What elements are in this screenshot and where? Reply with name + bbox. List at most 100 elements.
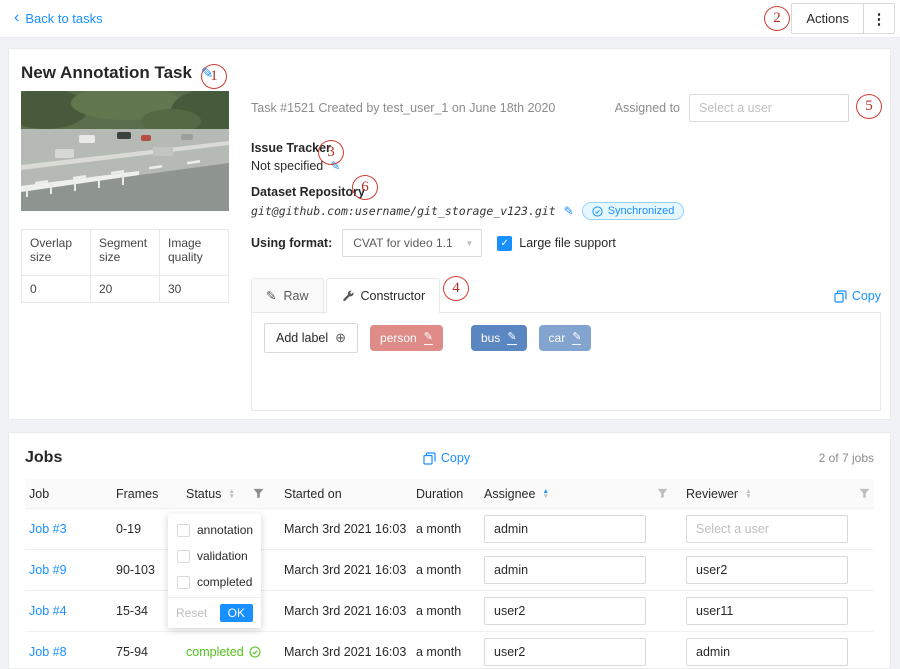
filter-ok-button[interactable]: OK bbox=[220, 604, 253, 622]
assignee-input[interactable] bbox=[484, 556, 646, 584]
checkbox-unchecked[interactable] bbox=[177, 550, 190, 563]
copy-labels-link[interactable]: Copy bbox=[834, 289, 881, 312]
add-label-text: Add label bbox=[276, 331, 328, 345]
filter-option-label: annotation bbox=[197, 523, 253, 537]
filter-option-label: validation bbox=[197, 549, 248, 563]
status-cell: completed bbox=[182, 645, 280, 659]
checkbox-unchecked[interactable] bbox=[177, 524, 190, 537]
more-options-button[interactable]: ⋮ bbox=[864, 4, 894, 33]
large-file-support-row: ✓ Large file support bbox=[497, 236, 616, 251]
tab-raw[interactable]: ✎ Raw bbox=[251, 278, 324, 312]
format-select[interactable]: CVAT for video 1.1 ▼ bbox=[342, 229, 482, 257]
label-chip-car[interactable]: car ✎ bbox=[539, 325, 592, 351]
status-completed: completed bbox=[186, 645, 280, 659]
actions-button-group: Actions ⋮ bbox=[791, 3, 895, 34]
column-header-status: Status ▲▼ bbox=[182, 479, 280, 508]
copy-icon bbox=[834, 290, 847, 303]
edit-icon[interactable]: ✎ bbox=[424, 331, 433, 344]
dataset-repository-row: git@github.com:username/git_storage_v123… bbox=[251, 202, 684, 220]
back-to-tasks-link[interactable]: ‹ Back to tasks bbox=[14, 11, 103, 26]
dataset-repository-url: git@github.com:username/git_storage_v123… bbox=[251, 204, 556, 218]
jobs-card: Jobs Copy 2 of 7 jobs Job Frames Status … bbox=[8, 432, 891, 669]
reviewer-input[interactable] bbox=[686, 597, 848, 625]
assigned-to-label: Assigned to bbox=[615, 101, 680, 115]
annotation-circle-4: 4 bbox=[443, 276, 469, 301]
large-file-support-label: Large file support bbox=[519, 236, 616, 250]
param-header-segment: Segment size bbox=[91, 230, 160, 276]
annotation-circle-2: 2 bbox=[764, 6, 790, 31]
job-link[interactable]: Job #9 bbox=[29, 563, 67, 577]
reviewer-input[interactable] bbox=[686, 638, 848, 666]
filter-dropdown-footer: Reset OK bbox=[168, 597, 261, 628]
large-file-support-checkbox[interactable]: ✓ bbox=[497, 236, 512, 251]
job-link[interactable]: Job #8 bbox=[29, 645, 67, 659]
plus-circle-icon: ⊕ bbox=[335, 330, 346, 346]
label-chip-person[interactable]: person ✎ bbox=[370, 325, 443, 351]
tab-constructor[interactable]: Constructor bbox=[326, 278, 441, 312]
duration-cell: a month bbox=[412, 563, 480, 577]
format-select-value: CVAT for video 1.1 bbox=[353, 236, 452, 250]
table-row: Job #4 15-34 March 3rd 2021 16:03 a mont… bbox=[25, 591, 874, 632]
task-parameters-table: Overlap size Segment size Image quality … bbox=[21, 229, 229, 303]
back-chevron-icon: ‹ bbox=[14, 10, 19, 26]
kebab-icon: ⋮ bbox=[872, 11, 887, 28]
started-on-cell: March 3rd 2021 16:03 bbox=[280, 604, 412, 618]
assignee-input[interactable] bbox=[484, 515, 646, 543]
job-link[interactable]: Job #3 bbox=[29, 522, 67, 536]
table-row: Job #3 0-19 March 3rd 2021 16:03 a month bbox=[25, 509, 874, 550]
duration-cell: a month bbox=[412, 522, 480, 536]
reviewer-input[interactable] bbox=[686, 556, 848, 584]
edit-repository-icon[interactable]: ✎ bbox=[564, 204, 574, 218]
duration-cell: a month bbox=[412, 604, 480, 618]
checkbox-unchecked[interactable] bbox=[177, 576, 190, 589]
filter-option-annotation[interactable]: annotation bbox=[168, 517, 261, 543]
started-on-cell: March 3rd 2021 16:03 bbox=[280, 645, 412, 659]
annotation-circle-3: 3 bbox=[318, 140, 344, 165]
assigned-to-input[interactable] bbox=[689, 94, 849, 122]
filter-reset-button[interactable]: Reset bbox=[176, 606, 207, 620]
add-label-button[interactable]: Add label ⊕ bbox=[264, 323, 358, 353]
filter-option-validation[interactable]: validation bbox=[168, 543, 261, 569]
labels-tab-bar: ✎ Raw Constructor Copy bbox=[251, 279, 881, 313]
started-on-cell: March 3rd 2021 16:03 bbox=[280, 522, 412, 536]
table-row: Job #8 75-94 completed March 3rd 2021 16… bbox=[25, 632, 874, 669]
table-row: Job #9 90-103 March 3rd 2021 16:03 a mon… bbox=[25, 550, 874, 591]
copy-jobs-label: Copy bbox=[441, 451, 470, 465]
task-left-column: Overlap size Segment size Image quality … bbox=[21, 91, 229, 303]
column-header-assignee: Assignee ▲▼ bbox=[480, 479, 682, 508]
dataset-repository-label: Dataset Repository bbox=[251, 185, 365, 199]
assignee-input[interactable] bbox=[484, 638, 646, 666]
filter-icon[interactable] bbox=[253, 488, 264, 499]
copy-jobs-link[interactable]: Copy bbox=[423, 451, 470, 465]
sort-icons[interactable]: ▲▼ bbox=[542, 489, 548, 499]
param-value-quality: 30 bbox=[160, 276, 229, 303]
reviewer-input[interactable] bbox=[686, 515, 848, 543]
task-preview-image bbox=[21, 91, 229, 211]
jobs-table-header: Job Frames Status ▲▼ Started on Duration… bbox=[25, 479, 874, 509]
frames-cell: 75-94 bbox=[112, 645, 182, 659]
job-link[interactable]: Job #4 bbox=[29, 604, 67, 618]
task-meta-text: Task #1521 Created by test_user_1 on Jun… bbox=[251, 101, 555, 115]
filter-option-completed[interactable]: completed bbox=[168, 569, 261, 595]
format-row: Using format: CVAT for video 1.1 ▼ ✓ Lar… bbox=[251, 229, 616, 257]
filter-option-label: completed bbox=[197, 575, 252, 589]
param-value-segment: 20 bbox=[91, 276, 160, 303]
back-label: Back to tasks bbox=[25, 11, 102, 26]
sync-status-badge[interactable]: Synchronized bbox=[582, 202, 685, 220]
filter-icon[interactable] bbox=[859, 488, 870, 499]
param-value-overlap: 0 bbox=[22, 276, 91, 303]
edit-icon[interactable]: ✎ bbox=[572, 331, 581, 344]
copy-icon bbox=[423, 452, 436, 465]
assigned-to-row: Assigned to bbox=[615, 94, 849, 122]
sort-icons[interactable]: ▲▼ bbox=[228, 489, 234, 499]
actions-button[interactable]: Actions bbox=[792, 4, 864, 33]
label-chip-person-name: person bbox=[380, 331, 417, 345]
edit-icon[interactable]: ✎ bbox=[507, 331, 516, 344]
filter-icon[interactable] bbox=[657, 488, 668, 499]
sort-icons[interactable]: ▲▼ bbox=[745, 489, 751, 499]
label-chip-car-name: car bbox=[549, 331, 566, 345]
label-chip-bus[interactable]: bus ✎ bbox=[471, 325, 527, 351]
assignee-input[interactable] bbox=[484, 597, 646, 625]
column-header-reviewer: Reviewer ▲▼ bbox=[682, 479, 874, 508]
column-header-job: Job bbox=[25, 479, 112, 508]
